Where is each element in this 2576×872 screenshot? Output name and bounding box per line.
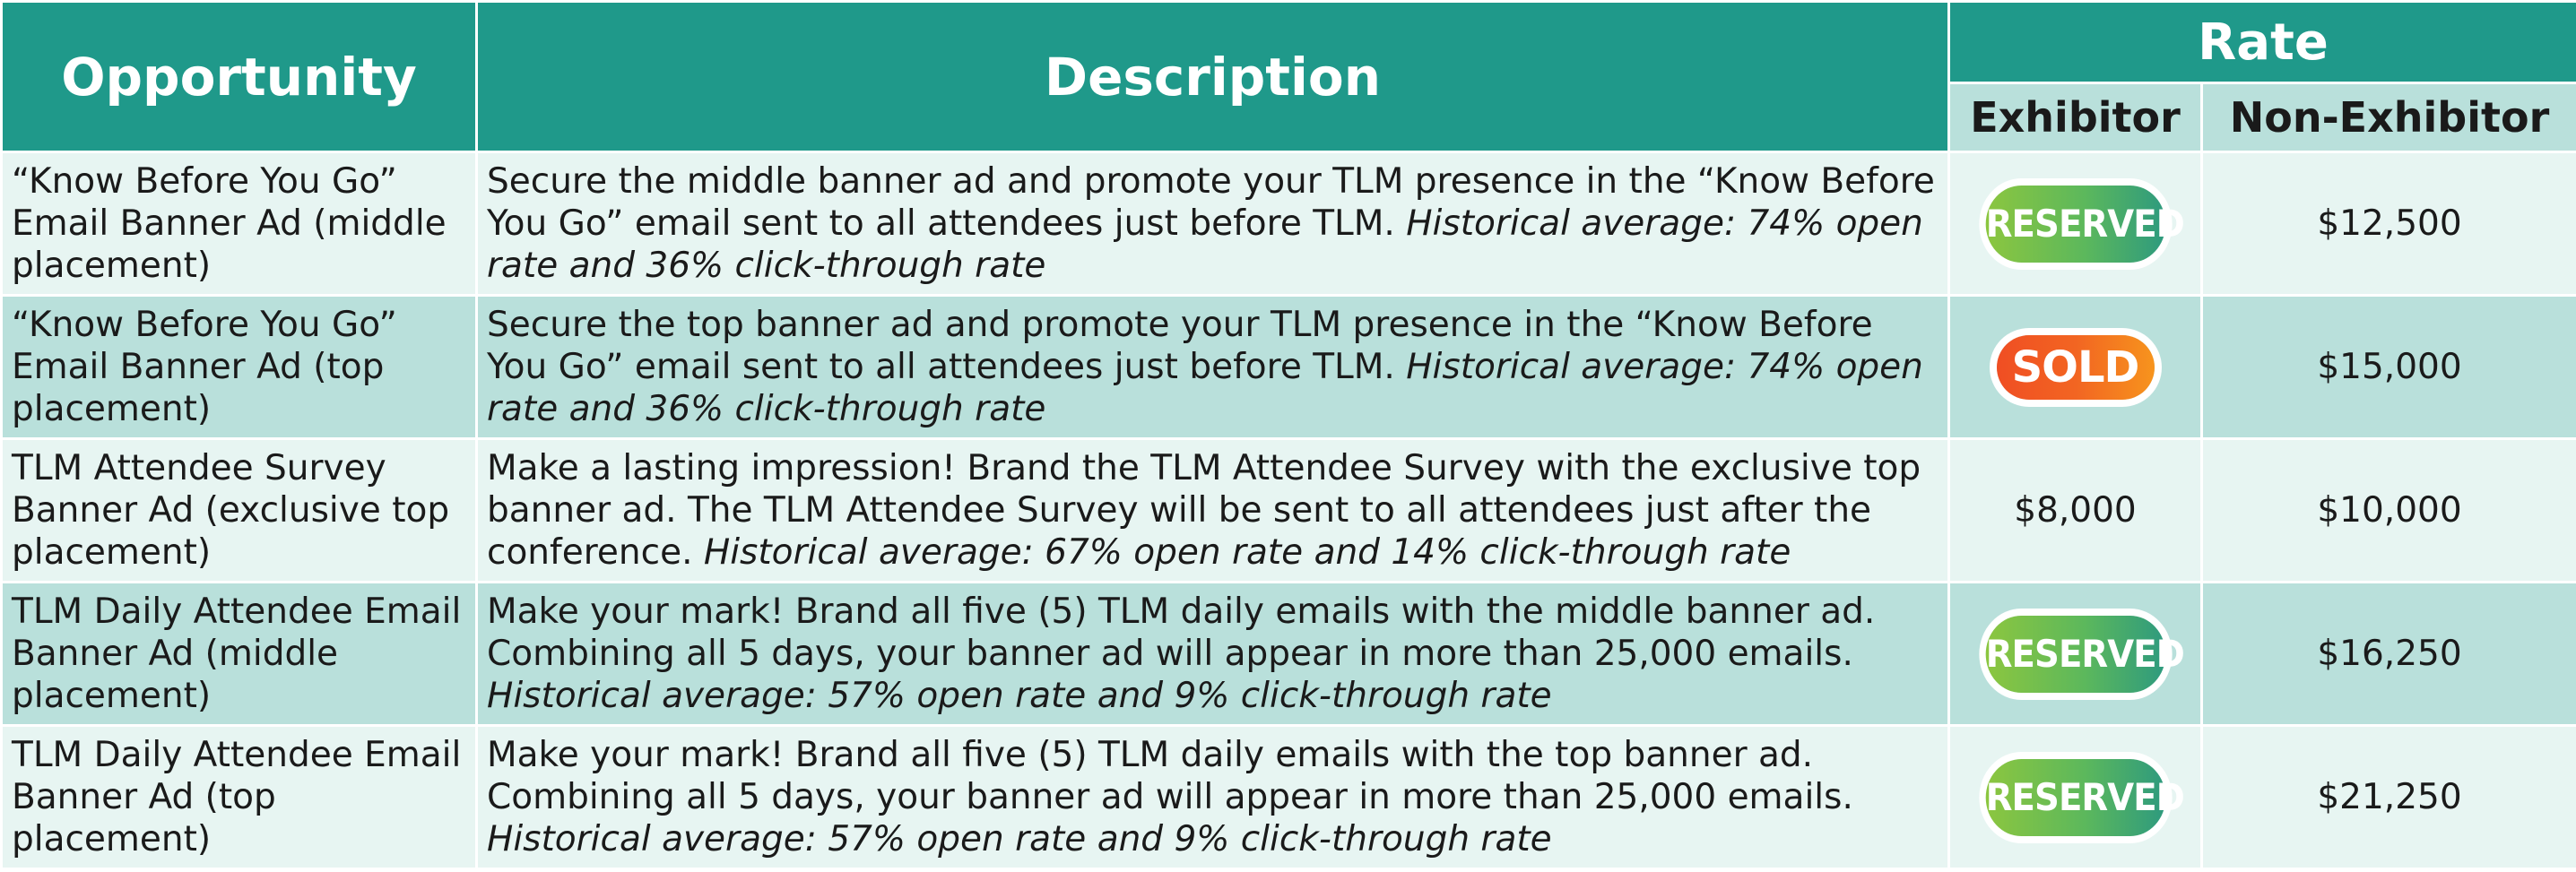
- table-row: TLM Attendee Survey Banner Ad (exclusive…: [0, 437, 2576, 583]
- reserved-badge: RESERVED: [1985, 615, 2184, 693]
- pricing-table: Opportunity Description Rate Exhibitor N…: [0, 0, 2576, 870]
- non-exhibitor-rate-cell: $15,000: [2199, 294, 2576, 440]
- description-cell: Make your mark! Brand all five (5) TLM d…: [475, 581, 1950, 727]
- description-text: Make your mark! Brand all five (5) TLM d…: [487, 591, 1876, 674]
- non-exhibitor-rate-cell: $10,000: [2199, 437, 2576, 583]
- description-cell: Secure the middle banner ad and promote …: [475, 151, 1950, 297]
- table-row: TLM Daily Attendee Email Banner Ad (midd…: [0, 581, 2576, 727]
- header-description: Description: [475, 0, 1950, 153]
- non-exhibitor-rate-cell: $12,500: [2199, 151, 2576, 297]
- table-row: “Know Before You Go” Email Banner Ad (to…: [0, 294, 2576, 440]
- opportunity-cell: TLM Attendee Survey Banner Ad (exclusive…: [0, 437, 478, 583]
- historical-average-text: Historical average: 57% open rate and 9%…: [487, 819, 1552, 859]
- sold-badge: SOLD: [1996, 334, 2155, 400]
- exhibitor-rate-cell: SOLD: [1947, 294, 2203, 440]
- historical-average-text: Historical average: 57% open rate and 9%…: [487, 676, 1552, 716]
- exhibitor-rate-cell: RESERVED: [1947, 724, 2203, 870]
- exhibitor-rate-cell: RESERVED: [1947, 151, 2203, 297]
- opportunity-cell: “Know Before You Go” Email Banner Ad (mi…: [0, 151, 478, 297]
- reserved-badge: RESERVED: [1985, 185, 2184, 263]
- header-rate: Rate: [1947, 0, 2576, 84]
- opportunity-cell: “Know Before You Go” Email Banner Ad (to…: [0, 294, 478, 440]
- table-row: TLM Daily Attendee Email Banner Ad (top …: [0, 724, 2576, 870]
- header-non-exhibitor: Non-Exhibitor: [2199, 82, 2576, 153]
- description-text: Make your mark! Brand all five (5) TLM d…: [487, 735, 1853, 817]
- opportunity-cell: TLM Daily Attendee Email Banner Ad (midd…: [0, 581, 478, 727]
- description-cell: Secure the top banner ad and promote you…: [475, 294, 1950, 440]
- non-exhibitor-rate-cell: $16,250: [2199, 581, 2576, 727]
- exhibitor-rate-cell: RESERVED: [1947, 581, 2203, 727]
- reserved-badge: RESERVED: [1985, 758, 2184, 836]
- exhibitor-rate-cell: $8,000: [1947, 437, 2203, 583]
- description-cell: Make your mark! Brand all five (5) TLM d…: [475, 724, 1950, 870]
- header-exhibitor: Exhibitor: [1947, 82, 2203, 153]
- header-opportunity: Opportunity: [0, 0, 478, 153]
- description-cell: Make a lasting impression! Brand the TLM…: [475, 437, 1950, 583]
- non-exhibitor-rate-cell: $21,250: [2199, 724, 2576, 870]
- opportunity-cell: TLM Daily Attendee Email Banner Ad (top …: [0, 724, 478, 870]
- historical-average-text: Historical average: 67% open rate and 14…: [703, 532, 1791, 573]
- table-row: “Know Before You Go” Email Banner Ad (mi…: [0, 151, 2576, 297]
